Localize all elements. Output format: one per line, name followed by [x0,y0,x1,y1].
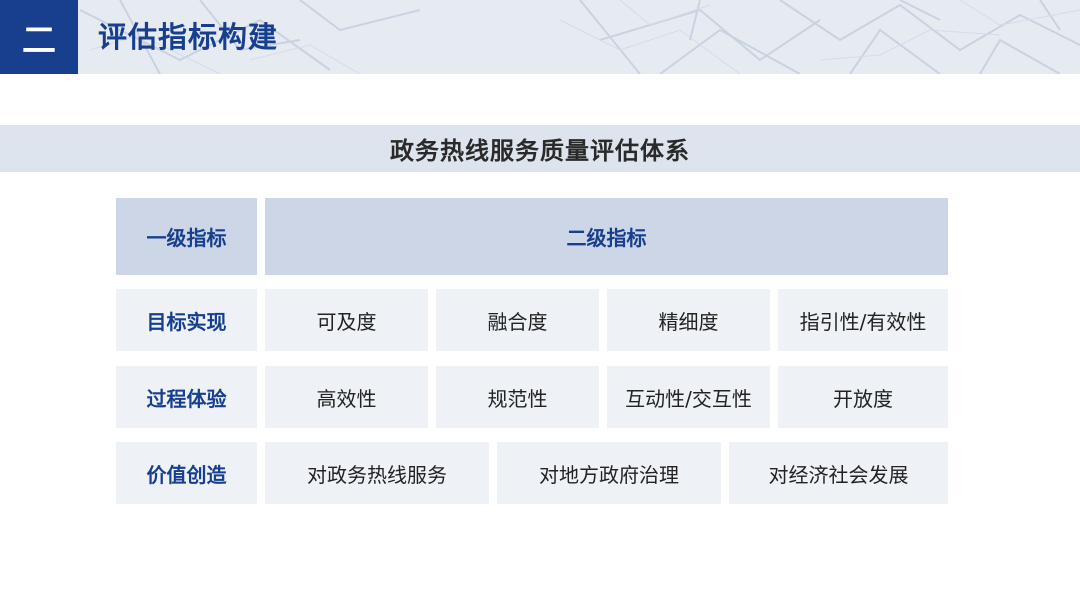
indicator-cell: 高效性 [265,366,428,428]
indicator-cell: 开放度 [778,366,948,428]
indicator-cell: 可及度 [265,289,428,351]
indicator-cell: 融合度 [436,289,599,351]
indicator-cell: 互动性/交互性 [607,366,770,428]
indicator-cell: 指引性/有效性 [778,289,948,351]
header-bar: 二 评估指标构建 [0,0,1080,74]
row-label-value: 价值创造 [116,442,257,504]
indicator-cell: 对地方政府治理 [497,442,721,504]
indicator-cell: 精细度 [607,289,770,351]
indicator-cell: 对政务热线服务 [265,442,489,504]
system-title-banner: 政务热线服务质量评估体系 [0,125,1080,172]
row-label-process: 过程体验 [116,366,257,428]
section-number: 二 [0,0,78,74]
row-label-goal: 目标实现 [116,289,257,351]
indicator-cell: 对经济社会发展 [729,442,948,504]
page-title: 评估指标构建 [98,20,279,54]
header-level1: 一级指标 [116,198,257,275]
indicator-cell: 规范性 [436,366,599,428]
header-level2: 二级指标 [265,198,948,275]
